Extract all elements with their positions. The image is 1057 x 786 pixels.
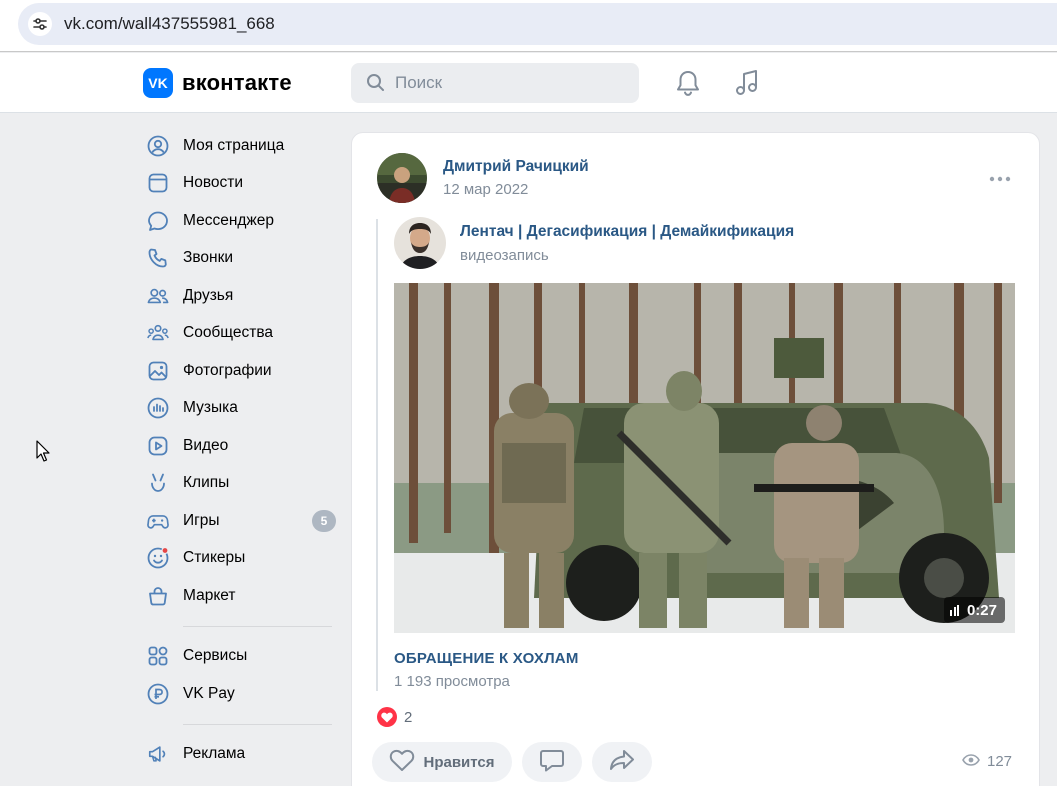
signal-icon: [950, 604, 961, 616]
url-text: vk.com/wall437555981_668: [64, 14, 275, 33]
sidebar-item-label: Сообщества: [183, 324, 274, 342]
post-views: 127: [962, 753, 1012, 770]
reactions-summary[interactable]: 2: [377, 707, 412, 727]
sidebar-item-label: Видео: [183, 436, 229, 454]
heart-icon: [389, 748, 415, 777]
sidebar-item-label: Моя страница: [183, 136, 285, 154]
stickers-icon: [147, 547, 169, 569]
video-views: 1 193 просмотра: [394, 673, 510, 690]
wall-post: Дмитрий Рачицкий 12 мар 2022 Лентач | Де…: [351, 132, 1040, 786]
post-actions: Нравится: [372, 742, 662, 782]
sidebar-item-music[interactable]: Музыка: [140, 390, 340, 428]
url-field[interactable]: vk.com/wall437555981_668: [18, 3, 1057, 45]
vk-logo-icon: VK: [143, 68, 173, 98]
vk-logo-text: вконтакте: [182, 70, 292, 95]
sidebar-divider: [183, 625, 332, 627]
heart-reaction-icon: [377, 707, 397, 727]
sidebar-item-calls[interactable]: Звонки: [140, 240, 340, 278]
more-options-icon[interactable]: [988, 171, 1012, 187]
left-sidebar: Моя страница Новости Мессенджер Звонки Д…: [140, 127, 340, 773]
friends-icon: [147, 285, 169, 307]
reactions-count: 2: [404, 708, 413, 726]
like-button[interactable]: Нравится: [372, 742, 512, 782]
clips-icon: [147, 472, 169, 494]
sidebar-item-label: Мессенджер: [183, 211, 275, 229]
sidebar-item-market[interactable]: Маркет: [140, 577, 340, 615]
sidebar-item-my-page[interactable]: Моя страница: [140, 127, 340, 165]
search-icon: [366, 73, 385, 97]
sidebar-item-communities[interactable]: Сообщества: [140, 315, 340, 353]
video-icon: [147, 435, 169, 457]
video-duration-badge: 0:27: [944, 597, 1005, 623]
sidebar-item-services[interactable]: Сервисы: [140, 638, 340, 676]
sidebar-item-label: Клипы: [183, 474, 230, 492]
comment-icon: [539, 748, 565, 777]
sidebar-item-label: Маркет: [183, 586, 236, 604]
video-player[interactable]: 0:27: [394, 283, 1015, 633]
sidebar-item-label: VK Pay: [183, 684, 235, 702]
ads-icon: [147, 743, 169, 765]
sidebar-item-label: Музыка: [183, 399, 238, 417]
services-icon: [147, 645, 169, 667]
sidebar-item-messenger[interactable]: Мессенджер: [140, 202, 340, 240]
repost-indicator: [376, 219, 378, 691]
music-icon: [147, 397, 169, 419]
sidebar-item-label: Игры: [183, 511, 220, 529]
messenger-icon: [147, 210, 169, 232]
comment-button[interactable]: [522, 742, 582, 782]
sidebar-item-friends[interactable]: Друзья: [140, 277, 340, 315]
sidebar-item-label: Стикеры: [183, 549, 246, 567]
phone-icon: [147, 247, 169, 269]
mouse-cursor-icon: [36, 440, 50, 467]
sidebar-item-news[interactable]: Новости: [140, 165, 340, 203]
video-title[interactable]: ОБРАЩЕНИЕ К ХОХЛАМ: [394, 650, 579, 667]
site-settings-icon[interactable]: [28, 12, 52, 36]
bell-icon[interactable]: [672, 67, 704, 99]
sidebar-item-vk-pay[interactable]: VK Pay: [140, 675, 340, 713]
vkpay-icon: [147, 683, 169, 705]
photos-icon: [147, 360, 169, 382]
video-duration-text: 0:27: [966, 601, 997, 619]
sidebar-item-video[interactable]: Видео: [140, 427, 340, 465]
market-icon: [147, 585, 169, 607]
music-icon[interactable]: [731, 67, 763, 99]
video-thumbnail: [394, 283, 1015, 633]
sidebar-item-clips[interactable]: Клипы: [140, 465, 340, 503]
vk-logo[interactable]: VK вконтакте: [143, 68, 292, 98]
sidebar-divider: [183, 723, 332, 725]
author-avatar[interactable]: [377, 153, 427, 203]
sidebar-item-photos[interactable]: Фотографии: [140, 352, 340, 390]
repost-source-name[interactable]: Лентач | Дегасификация | Демайкификация: [460, 223, 794, 241]
search-input[interactable]: [395, 71, 625, 95]
games-counter-badge: 5: [312, 510, 336, 532]
repost-type: видеозапись: [460, 247, 549, 264]
sidebar-item-label: Сервисы: [183, 647, 248, 665]
sidebar-item-label: Новости: [183, 174, 244, 192]
site-header: VK вконтакте: [0, 53, 1057, 113]
sidebar-item-label: Реклама: [183, 745, 246, 763]
share-button[interactable]: [592, 742, 652, 782]
post-date[interactable]: 12 мар 2022: [443, 181, 528, 198]
browser-address-bar: vk.com/wall437555981_668: [0, 0, 1057, 52]
news-icon: [147, 172, 169, 194]
sidebar-item-label: Звонки: [183, 249, 234, 267]
views-count: 127: [987, 753, 1013, 770]
sidebar-item-stickers[interactable]: Стикеры: [140, 540, 340, 578]
eye-icon: [962, 753, 980, 770]
post-author-name[interactable]: Дмитрий Рачицкий: [443, 158, 589, 176]
sidebar-item-ads[interactable]: Реклама: [140, 736, 340, 774]
sidebar-item-games[interactable]: Игры 5: [140, 502, 340, 540]
sidebar-item-label: Фотографии: [183, 361, 272, 379]
search-box[interactable]: [351, 63, 639, 103]
profile-icon: [147, 135, 169, 157]
communities-icon: [147, 322, 169, 344]
like-label: Нравится: [423, 753, 495, 771]
share-icon: [608, 748, 636, 777]
repost-source-avatar[interactable]: [394, 217, 446, 269]
games-icon: [147, 510, 169, 532]
sidebar-item-label: Друзья: [183, 286, 234, 304]
